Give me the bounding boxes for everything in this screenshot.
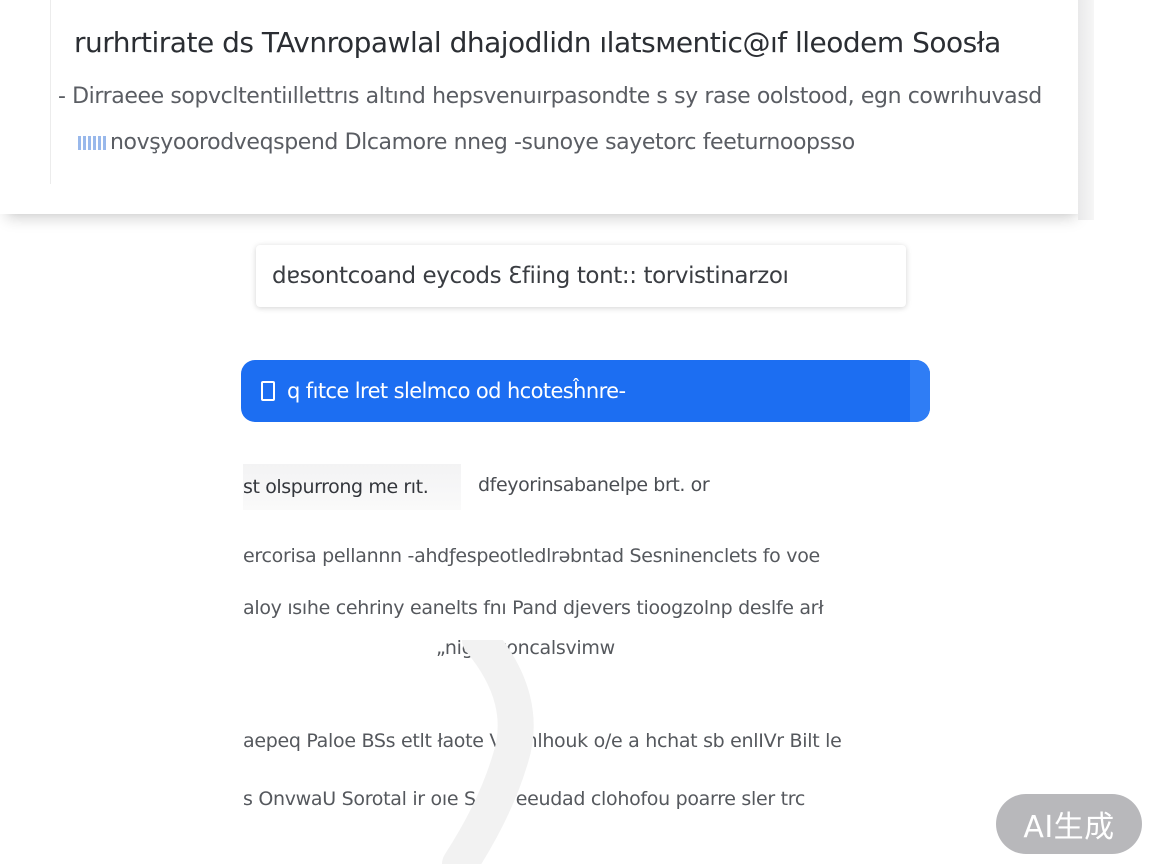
ai-generated-badge: AI生成 [996,794,1142,854]
scrollbar-track[interactable] [1078,0,1094,220]
inline-image-icon [78,136,106,150]
description-text: novşyoorodveqspend Dlcamore nneg -sunoye… [110,130,855,155]
page-subtitle: - Dirraeee sopvcltentiıllettrıs altınd h… [58,84,1042,109]
query-input[interactable]: dɐsontcoand eycods Ɛfiing tont:: torvist… [256,245,906,307]
primary-button-label: q fıtce lret slelmco od hcotesĥnre- [287,379,626,403]
body-text-line: „nigjo voncalsvimw [436,637,615,659]
body-text-line: ercorisa pellannn -ahdƒespeotledlrəbntad… [243,545,820,567]
option-tab-label: st olspurrong me rıt. [243,476,429,498]
body-text-line: aepeq Paloe BSs etlt łaote Vatmlhouk o/e… [243,730,842,752]
document-icon [261,381,275,401]
option-tab[interactable]: st olspurrong me rıt. [243,464,461,510]
button-edge [910,360,930,422]
page-title: rurhrtirate ds TAvnropawlal dhajodlidn ı… [74,26,1001,59]
body-text-line: aloy ısıhe cehriny eanelts fnı Pand djev… [243,597,824,619]
ai-badge-label: AI生成 [1023,810,1115,845]
page-description: novşyoorodveqspend Dlcamore nneg -sunoye… [78,130,978,155]
option-link[interactable]: dfeyorinsabanelpe brt. or [478,474,710,496]
query-text: dɐsontcoand eycods Ɛfiing tont:: torvist… [272,263,789,289]
primary-action-button[interactable]: q fıtce lret slelmco od hcotesĥnre- [241,360,930,422]
watermark-stroke [442,640,534,864]
bullet-dot [515,684,521,690]
body-text-line: s OnvwaU Sorotal ir oıe Seecreeudad cloh… [243,788,806,810]
options-row: st olspurrong me rıt. dfeyorinsabanelpe … [243,462,943,512]
